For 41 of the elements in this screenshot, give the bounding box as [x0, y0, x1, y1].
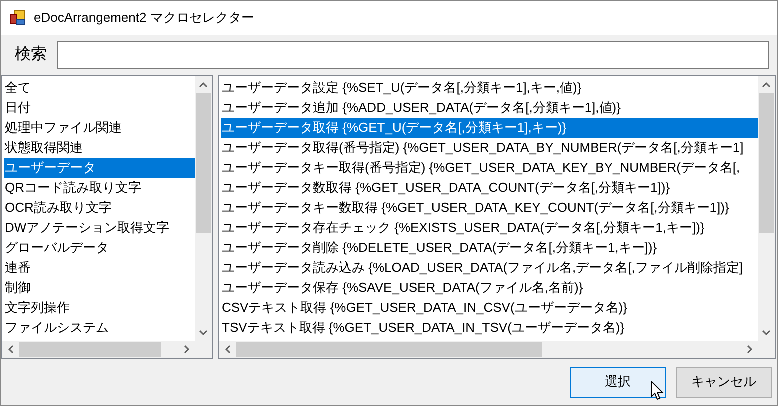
macro-item[interactable]: ユーザーデータ保存 {%SAVE_USER_DATA(ファイル名,名前)}: [221, 278, 758, 298]
macro-item[interactable]: ユーザーデータ設定 {%SET_U(データ名[,分類キー1],キー,値)}: [221, 78, 758, 98]
scrollbar-thumb[interactable]: [19, 342, 161, 357]
cursor-icon: [651, 381, 664, 401]
category-item[interactable]: DWアノテーション取得文字: [4, 218, 195, 238]
category-item[interactable]: 制御: [4, 278, 195, 298]
category-item[interactable]: 全て: [4, 78, 195, 98]
macro-item[interactable]: ユーザーデータキー取得(番号指定) {%GET_USER_DATA_KEY_BY_NUMBER(データ名[,: [221, 158, 758, 178]
category-item[interactable]: グローバルデータ: [4, 238, 195, 258]
macro-item[interactable]: ユーザーデータ数取得 {%GET_USER_DATA_COUNT(データ名[,分類キー1])}: [221, 178, 758, 198]
category-item[interactable]: ファイルシステム: [4, 318, 195, 338]
category-item[interactable]: OCR読み取り文字: [4, 198, 195, 218]
category-item[interactable]: 連番: [4, 258, 195, 278]
app-icon: [10, 10, 26, 26]
horizontal-scrollbar[interactable]: [2, 341, 212, 358]
horizontal-scrollbar[interactable]: [219, 341, 775, 358]
select-button[interactable]: 選択: [570, 366, 666, 398]
macro-item[interactable]: ユーザーデータキー数取得 {%GET_USER_DATA_KEY_COUNT(データ名[,分類キー1])}: [221, 198, 758, 218]
macro-item[interactable]: ユーザーデータ追加 {%ADD_USER_DATA(データ名[,分類キー1],値)}: [221, 98, 758, 118]
macro-item[interactable]: ユーザーデータ取得(番号指定) {%GET_USER_DATA_BY_NUMBER(データ名[,分類キー1]: [221, 138, 758, 158]
macro-item[interactable]: ユーザーデータ取得 {%GET_U(データ名[,分類キー1],キー)}: [221, 118, 758, 138]
macro-item[interactable]: CSVテキスト取得 {%GET_USER_DATA_IN_CSV(ユーザーデータ名)}: [221, 298, 758, 318]
category-item[interactable]: 処理中ファイル関連: [4, 118, 195, 138]
search-label: 検索: [15, 44, 47, 65]
search-field[interactable]: [57, 41, 769, 69]
cancel-button[interactable]: キャンセル: [676, 366, 772, 398]
window-title: eDocArrangement2 マクロセレクター: [34, 9, 254, 28]
macro-item[interactable]: TSVテキスト取得 {%GET_USER_DATA_IN_TSV(ユーザーデータ名)}: [221, 318, 758, 338]
scrollbar-thumb[interactable]: [759, 93, 774, 233]
scrollbar-thumb[interactable]: [236, 342, 542, 357]
vertical-scrollbar[interactable]: [758, 76, 775, 341]
macro-item[interactable]: ユーザーデータ読み込み {%LOAD_USER_DATA(ファイル名,データ名[,ファイル削除指定]: [221, 258, 758, 278]
category-item[interactable]: 文字列操作: [4, 298, 195, 318]
category-item[interactable]: QRコード読み取り文字: [4, 178, 195, 198]
category-item[interactable]: ユーザーデータ: [4, 158, 195, 178]
macro-item[interactable]: ユーザーデータ存在チェック {%EXISTS_USER_DATA(データ名[,分類キー1,キー])}: [221, 218, 758, 238]
category-item[interactable]: 状態取得関連: [4, 138, 195, 158]
vertical-scrollbar[interactable]: [195, 76, 212, 341]
macro-item[interactable]: ユーザーデータ削除 {%DELETE_USER_DATA(データ名[,分類キー1,キー])}: [221, 238, 758, 258]
scrollbar-thumb[interactable]: [196, 93, 211, 233]
category-item[interactable]: 日付: [4, 98, 195, 118]
